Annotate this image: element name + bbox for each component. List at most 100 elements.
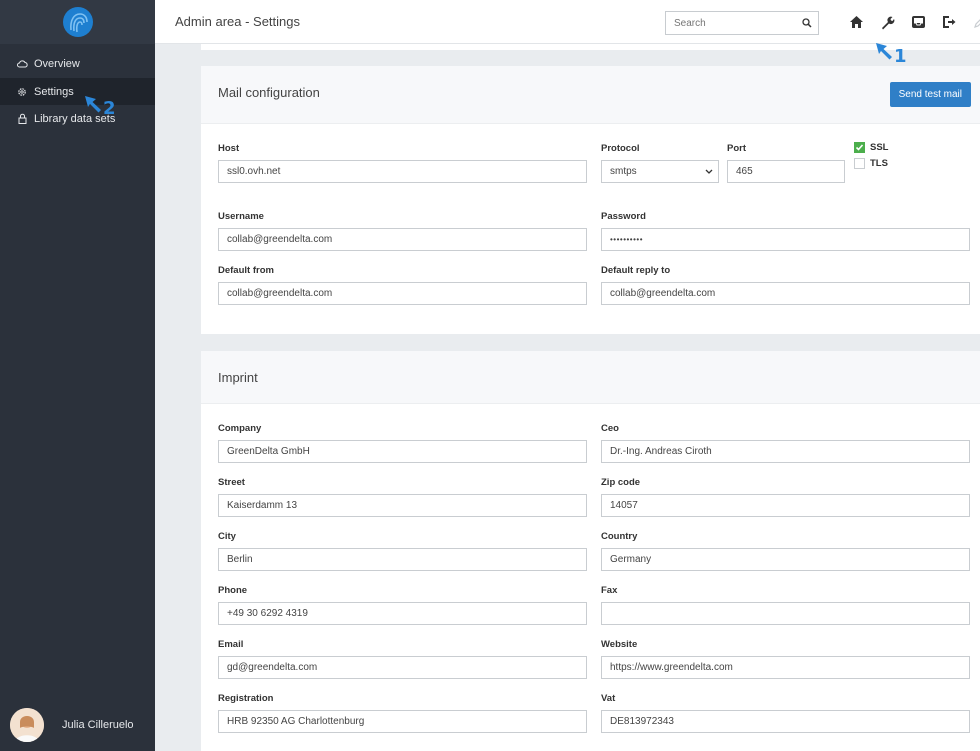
chevron-down-icon xyxy=(705,161,713,190)
website-label: Website xyxy=(601,639,638,650)
search-input[interactable] xyxy=(674,17,794,29)
brand-logo[interactable] xyxy=(0,0,155,44)
protocol-field-group: Protocol smtps xyxy=(601,143,719,183)
sign-out-icon[interactable] xyxy=(940,13,958,31)
tls-checkbox[interactable]: TLS xyxy=(854,158,888,169)
zip-code-field-group: Zip code 14057 xyxy=(601,477,970,517)
fax-input[interactable] xyxy=(601,602,970,625)
vat-label: Vat xyxy=(601,693,616,704)
send-test-mail-button[interactable]: Send test mail xyxy=(889,82,971,107)
panel-header: Imprint xyxy=(201,351,980,404)
ceo-field-group: Ceo Dr.-Ing. Andreas Ciroth xyxy=(601,423,970,463)
phone-label: Phone xyxy=(218,585,248,596)
country-label: Country xyxy=(601,531,638,542)
previous-panel xyxy=(201,44,980,50)
country-input[interactable]: Germany xyxy=(601,548,970,571)
fingerprint-logo-icon xyxy=(62,7,93,37)
annotation-number: 1 xyxy=(894,46,907,67)
mail-configuration-panel: Mail configuration Send test mail Host s… xyxy=(201,66,980,334)
pointer-arrow-icon xyxy=(85,95,101,112)
registration-input[interactable]: HRB 92350 AG Charlottenburg xyxy=(218,710,587,733)
company-input[interactable]: GreenDelta GmbH xyxy=(218,440,587,463)
username-label: Username xyxy=(218,211,264,222)
main-content: Mail configuration Send test mail Host s… xyxy=(155,44,980,751)
avatar xyxy=(10,708,44,742)
port-input[interactable]: 465 xyxy=(727,160,845,183)
username-input[interactable]: collab@greendelta.com xyxy=(218,228,587,251)
user-name: Julia Cilleruelo xyxy=(62,719,134,731)
top-bar: Admin area - Settings xyxy=(155,0,980,44)
annotation-number: 2 xyxy=(103,98,116,119)
phone-input[interactable]: +49 30 6292 4319 xyxy=(218,602,587,625)
email-input[interactable]: gd@greendelta.com xyxy=(218,656,587,679)
page-title: Admin area - Settings xyxy=(175,14,301,29)
sidebar-item-label: Settings xyxy=(34,85,74,98)
port-field-group: Port 465 xyxy=(727,143,845,183)
pencil-icon[interactable] xyxy=(971,13,980,31)
password-label: Password xyxy=(601,211,646,222)
registration-label: Registration xyxy=(218,693,274,704)
ceo-input[interactable]: Dr.-Ing. Andreas Ciroth xyxy=(601,440,970,463)
lock-icon xyxy=(16,113,28,125)
default-from-label: Default from xyxy=(218,265,274,276)
vat-input[interactable]: DE813972343 xyxy=(601,710,970,733)
zip-code-input[interactable]: 14057 xyxy=(601,494,970,517)
panel-header: Mail configuration Send test mail xyxy=(201,66,980,124)
toolbar xyxy=(847,13,980,31)
zip-code-label: Zip code xyxy=(601,477,641,488)
website-field-group: Website https://www.greendelta.com xyxy=(601,639,970,679)
annotation-1: 1 xyxy=(874,36,907,67)
password-field-group: Password •••••••••• xyxy=(601,211,970,251)
protocol-label: Protocol xyxy=(601,143,640,154)
cloud-icon xyxy=(16,58,28,70)
sidebar-item-overview[interactable]: Overview xyxy=(0,50,155,77)
tls-label: TLS xyxy=(870,158,888,169)
street-label: Street xyxy=(218,477,245,488)
wrench-icon[interactable] xyxy=(878,13,896,31)
ssl-label: SSL xyxy=(870,142,889,153)
password-input[interactable]: •••••••••• xyxy=(601,228,970,251)
inbox-icon[interactable] xyxy=(909,13,927,31)
fax-label: Fax xyxy=(601,585,618,596)
gear-icon xyxy=(16,86,28,98)
fax-field-group: Fax xyxy=(601,585,970,625)
company-field-group: Company GreenDelta GmbH xyxy=(218,423,587,463)
check-icon xyxy=(854,142,865,153)
panel-title: Mail configuration xyxy=(218,85,320,100)
host-input[interactable]: ssl0.ovh.net xyxy=(218,160,587,183)
sidebar-item-settings[interactable]: Settings xyxy=(0,78,155,105)
host-field-group: Host ssl0.ovh.net xyxy=(218,143,587,183)
sidebar-item-label: Overview xyxy=(34,57,80,70)
sidebar: Overview Settings Library data sets Juli… xyxy=(0,0,155,751)
ceo-label: Ceo xyxy=(601,423,619,434)
website-input[interactable]: https://www.greendelta.com xyxy=(601,656,970,679)
registration-field-group: Registration HRB 92350 AG Charlottenburg xyxy=(218,693,587,733)
default-reply-to-field-group: Default reply to collab@greendelta.com xyxy=(601,265,970,305)
sidebar-item-library-data-sets[interactable]: Library data sets xyxy=(0,105,155,132)
city-field-group: City Berlin xyxy=(218,531,587,571)
city-input[interactable]: Berlin xyxy=(218,548,587,571)
panel-title: Imprint xyxy=(218,370,258,385)
protocol-selected-value: smtps xyxy=(610,166,637,177)
user-profile[interactable]: Julia Cilleruelo xyxy=(0,699,155,751)
home-icon[interactable] xyxy=(847,13,865,31)
imprint-panel: Imprint Company GreenDelta GmbH Ceo Dr.-… xyxy=(201,351,980,751)
email-label: Email xyxy=(218,639,244,650)
default-from-field-group: Default from collab@greendelta.com xyxy=(218,265,587,305)
pointer-arrow-icon xyxy=(876,42,892,59)
username-field-group: Username collab@greendelta.com xyxy=(218,211,587,251)
email-field-group: Email gd@greendelta.com xyxy=(218,639,587,679)
search-icon[interactable] xyxy=(802,18,812,31)
host-label: Host xyxy=(218,143,240,154)
port-label: Port xyxy=(727,143,746,154)
protocol-select[interactable]: smtps xyxy=(601,160,719,183)
annotation-2: 2 xyxy=(83,90,116,119)
street-input[interactable]: Kaiserdamm 13 xyxy=(218,494,587,517)
ssl-checkbox[interactable]: SSL xyxy=(854,142,888,153)
search-box xyxy=(665,11,819,35)
country-field-group: Country Germany xyxy=(601,531,970,571)
sidebar-nav: Overview Settings Library data sets xyxy=(0,50,155,132)
street-field-group: Street Kaiserdamm 13 xyxy=(218,477,587,517)
default-from-input[interactable]: collab@greendelta.com xyxy=(218,282,587,305)
default-reply-to-input[interactable]: collab@greendelta.com xyxy=(601,282,970,305)
